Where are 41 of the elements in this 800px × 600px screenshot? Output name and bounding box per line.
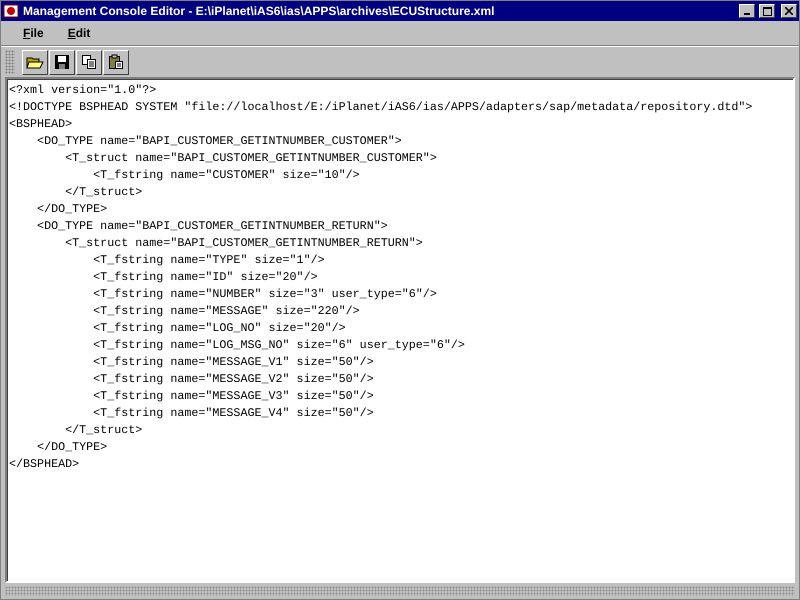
code-line: <T_fstring name="MESSAGE" size="220"/> xyxy=(92,303,361,320)
clipboard-icon xyxy=(108,54,124,70)
code-line: <T_fstring name="MESSAGE_V1" size="50"/> xyxy=(92,354,375,371)
save-button[interactable] xyxy=(49,50,75,74)
resize-grip[interactable] xyxy=(5,586,795,596)
code-line: <T_fstring name="CUSTOMER" size="10"/> xyxy=(92,167,361,184)
menu-item[interactable]: File xyxy=(13,24,54,42)
code-line: <T_fstring name="LOG_MSG_NO" size="6" user_type="6"/> xyxy=(92,337,466,354)
code-line: <T_struct name="BAPI_CUSTOMER_GETINTNUMBER_RETURN"> xyxy=(64,235,424,252)
copy-icon xyxy=(81,54,97,70)
code-line: </T_struct> xyxy=(64,422,144,439)
text-editor[interactable] xyxy=(5,77,795,583)
code-line: <BSPHEAD> xyxy=(9,116,74,133)
minimize-button[interactable] xyxy=(739,4,755,18)
maximize-icon xyxy=(762,6,772,16)
code-line: <T_fstring name="MESSAGE_V3" size="50"/> xyxy=(92,388,375,405)
code-line: <T_fstring name="MESSAGE_V4" size="50"/> xyxy=(92,405,375,422)
code-line: <?xml version="1.0"?> xyxy=(9,82,158,99)
code-line: </DO_TYPE> xyxy=(36,201,108,218)
code-line: <T_fstring name="ID" size="20"/> xyxy=(92,269,319,286)
open-button[interactable] xyxy=(22,50,48,74)
code-line: <!DOCTYPE BSPHEAD SYSTEM "file://localhost/E:/iPlanet/iAS6/ias/APPS/adapters/sap/metadata/repository.dtd"> xyxy=(9,99,754,116)
menu-item[interactable]: Edit xyxy=(58,24,100,42)
code-line: </BSPHEAD> xyxy=(9,456,80,473)
code-line: </T_struct> xyxy=(64,184,144,201)
code-line: <T_fstring name="TYPE" size="1"/> xyxy=(92,252,326,269)
code-line: <T_fstring name="MESSAGE_V2" size="50"/> xyxy=(92,371,375,388)
maximize-button[interactable] xyxy=(759,4,775,18)
code-line: <DO_TYPE name="BAPI_CUSTOMER_GETINTNUMBER_RETURN"> xyxy=(36,218,389,235)
code-line: <DO_TYPE name="BAPI_CUSTOMER_GETINTNUMBER_CUSTOMER"> xyxy=(36,133,403,150)
code-line: <T_fstring name="LOG_NO" size="20"/> xyxy=(92,320,347,337)
app-icon xyxy=(3,3,19,19)
code-line: </DO_TYPE> xyxy=(36,439,108,456)
close-button[interactable] xyxy=(781,4,797,18)
window-title: Management Console Editor - E:\iPlanet\iAS6\ias\APPS\archives\ECUStructure.xml xyxy=(23,4,496,18)
paste-button[interactable] xyxy=(103,50,129,74)
copy-button[interactable] xyxy=(76,50,102,74)
code-line: <T_fstring name="NUMBER" size="3" user_type="6"/> xyxy=(92,286,438,303)
code-line: <T_struct name="BAPI_CUSTOMER_GETINTNUMBER_CUSTOMER"> xyxy=(64,150,438,167)
toolbar-grip[interactable] xyxy=(5,50,15,74)
close-icon xyxy=(785,7,793,15)
